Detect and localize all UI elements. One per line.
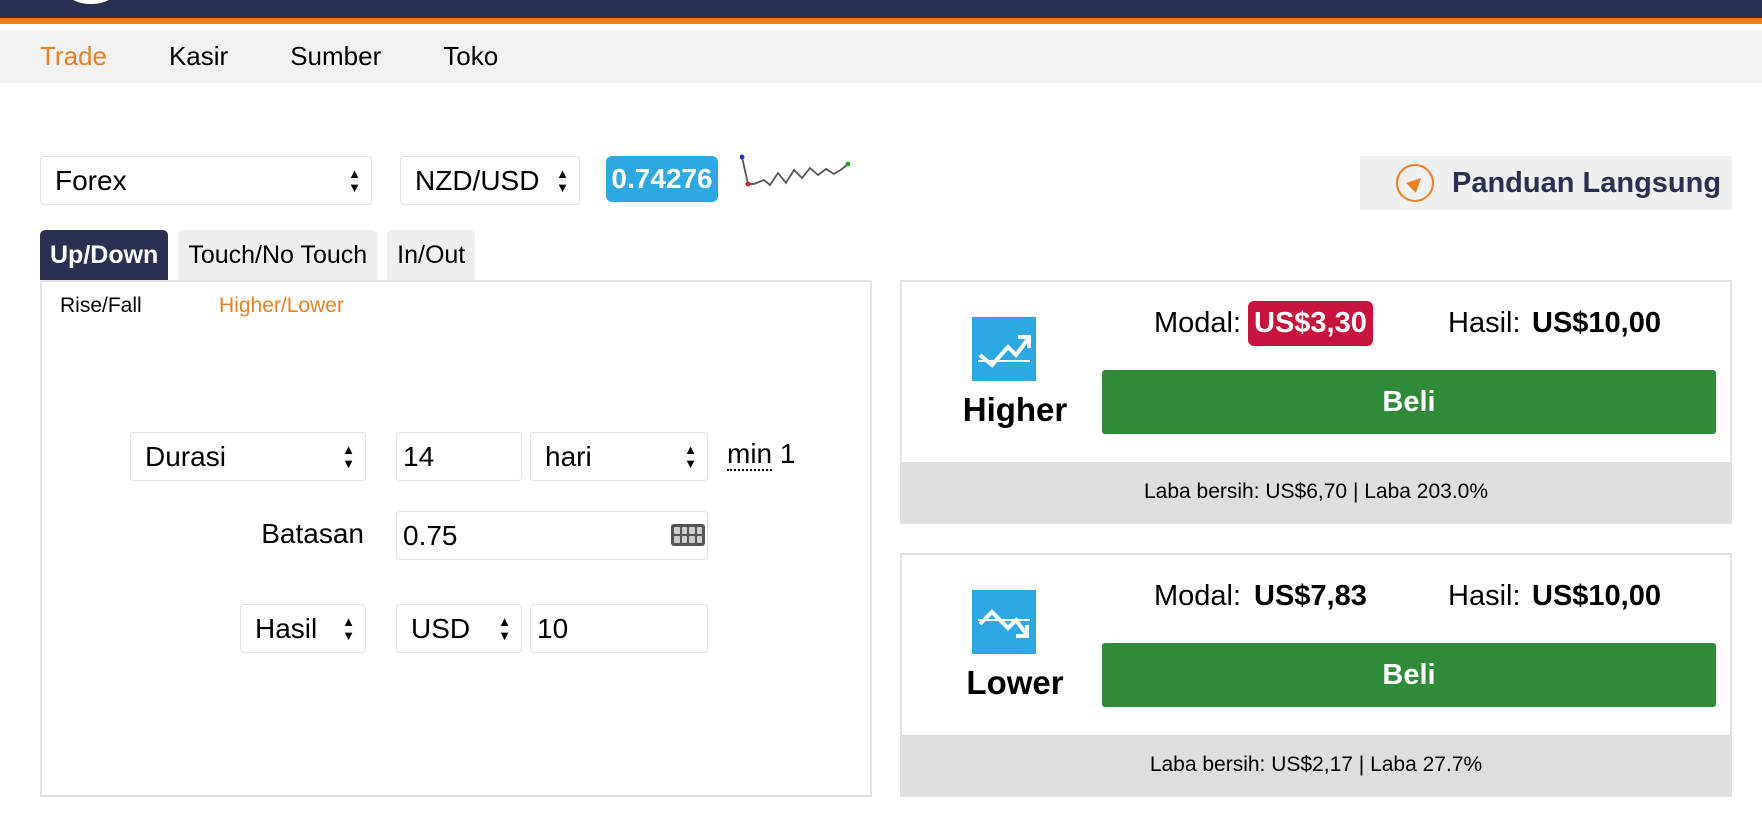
tab-in-out[interactable]: In/Out	[387, 230, 476, 280]
sparkline-start-dot	[740, 154, 745, 160]
profit-text: Laba bersih: US$6,70 | Laba 203.0%	[1143, 480, 1489, 503]
barrier-label: Batasan	[261, 518, 364, 549]
buy-higher-button[interactable]: Beli	[1102, 370, 1716, 434]
nav-item-sumber[interactable]: Sumber	[290, 41, 381, 72]
basis-value: Hasil	[255, 612, 318, 644]
buy-lower-button[interactable]: Beli	[1102, 643, 1716, 707]
subtab-higher-lower[interactable]: Higher/Lower	[219, 294, 344, 318]
symbol-value: NZD/USD	[415, 164, 540, 196]
stake-label: Modal:	[1154, 580, 1242, 612]
min-duration-label: min	[727, 438, 773, 471]
duration-value-input[interactable]: 14	[396, 432, 522, 481]
contract-type-tabs: Up/Down Touch/No Touch In/Out	[40, 230, 485, 280]
contract-card-higher: Higher Modal: US$3,30 Hasil: US$10,00 Be…	[900, 280, 1732, 524]
duration-unit-select[interactable]: hari ▲ ▼	[530, 432, 708, 481]
symbol-select[interactable]: NZD/USD ▲ ▼	[400, 156, 580, 205]
select-arrows-icon: ▲ ▼	[684, 441, 697, 471]
contract-card-lower: Lower Modal: US$7,83 Hasil: US$10,00 Bel…	[900, 553, 1732, 797]
compass-icon	[1396, 164, 1434, 202]
sparkline-low-dot	[745, 181, 751, 187]
barrier-value: 0.75	[403, 519, 458, 551]
min-duration-hint: min 1	[727, 438, 796, 471]
select-arrows-icon: ▲ ▼	[348, 165, 361, 195]
tab-touch-no-touch[interactable]: Touch/No Touch	[178, 230, 378, 280]
select-arrows-icon: ▲ ▼	[498, 613, 511, 643]
payout-value: US$10,00	[1532, 307, 1661, 339]
lower-label: Lower	[966, 664, 1064, 701]
top-brand-bar	[0, 0, 1762, 24]
currency-value: USD	[411, 612, 471, 644]
nav-item-toko[interactable]: Toko	[443, 41, 498, 72]
stake-value: US$7,83	[1254, 580, 1367, 612]
market-category-select[interactable]: Forex ▲ ▼	[40, 156, 372, 205]
payout-value: US$10,00	[1532, 580, 1661, 612]
profit-text: Laba bersih: US$2,17 | Laba 27.7%	[1149, 753, 1483, 776]
profit-info: Laba bersih: US$2,17 | Laba 27.7%	[902, 735, 1730, 795]
amount-value: 10	[537, 612, 569, 644]
select-arrows-icon: ▲ ▼	[342, 441, 355, 471]
live-guide-label: Panduan Langsung	[1452, 166, 1722, 199]
logo	[60, 0, 122, 4]
payout-label: Hasil:	[1448, 580, 1521, 612]
barrier-input[interactable]: 0.75	[396, 511, 708, 560]
duration-type-select[interactable]: Durasi ▲ ▼	[130, 432, 366, 481]
stake-value-badge: US$3,30	[1248, 301, 1373, 346]
nav-item-kasir[interactable]: Kasir	[169, 41, 228, 72]
trend-up-icon	[972, 317, 1036, 381]
trade-form-panel: Rise/Fall Higher/Lower Durasi ▲ ▼ 14 hari…	[40, 280, 872, 797]
basis-select[interactable]: Hasil ▲ ▼	[240, 604, 366, 653]
trend-down-icon	[972, 590, 1036, 654]
min-duration-value: 1	[779, 438, 796, 469]
main-nav: Trade Kasir Sumber Toko	[0, 30, 1762, 83]
duration-unit-value: hari	[545, 440, 592, 472]
brand-accent-stripe	[0, 18, 1762, 24]
subtab-rise-fall[interactable]: Rise/Fall	[60, 294, 142, 318]
select-arrows-icon: ▲ ▼	[342, 613, 355, 643]
select-arrows-icon: ▲ ▼	[556, 165, 569, 195]
currency-select[interactable]: USD ▲ ▼	[396, 604, 522, 653]
market-category-value: Forex	[55, 164, 127, 196]
amount-input[interactable]: 10	[530, 604, 708, 653]
keypad-icon[interactable]	[671, 524, 705, 546]
nav-item-trade[interactable]: Trade	[40, 41, 107, 72]
higher-label: Higher	[962, 391, 1068, 428]
sparkline-chart	[740, 154, 850, 187]
payout-label: Hasil:	[1448, 307, 1521, 339]
live-guide-button[interactable]: Panduan Langsung	[1360, 156, 1732, 210]
duration-type-value: Durasi	[145, 440, 226, 472]
tab-up-down[interactable]: Up/Down	[40, 230, 169, 280]
duration-value-text: 14	[403, 440, 435, 472]
spot-price: 0.74276	[606, 156, 718, 202]
stake-label: Modal:	[1154, 307, 1242, 339]
profit-info: Laba bersih: US$6,70 | Laba 203.0%	[902, 462, 1730, 522]
